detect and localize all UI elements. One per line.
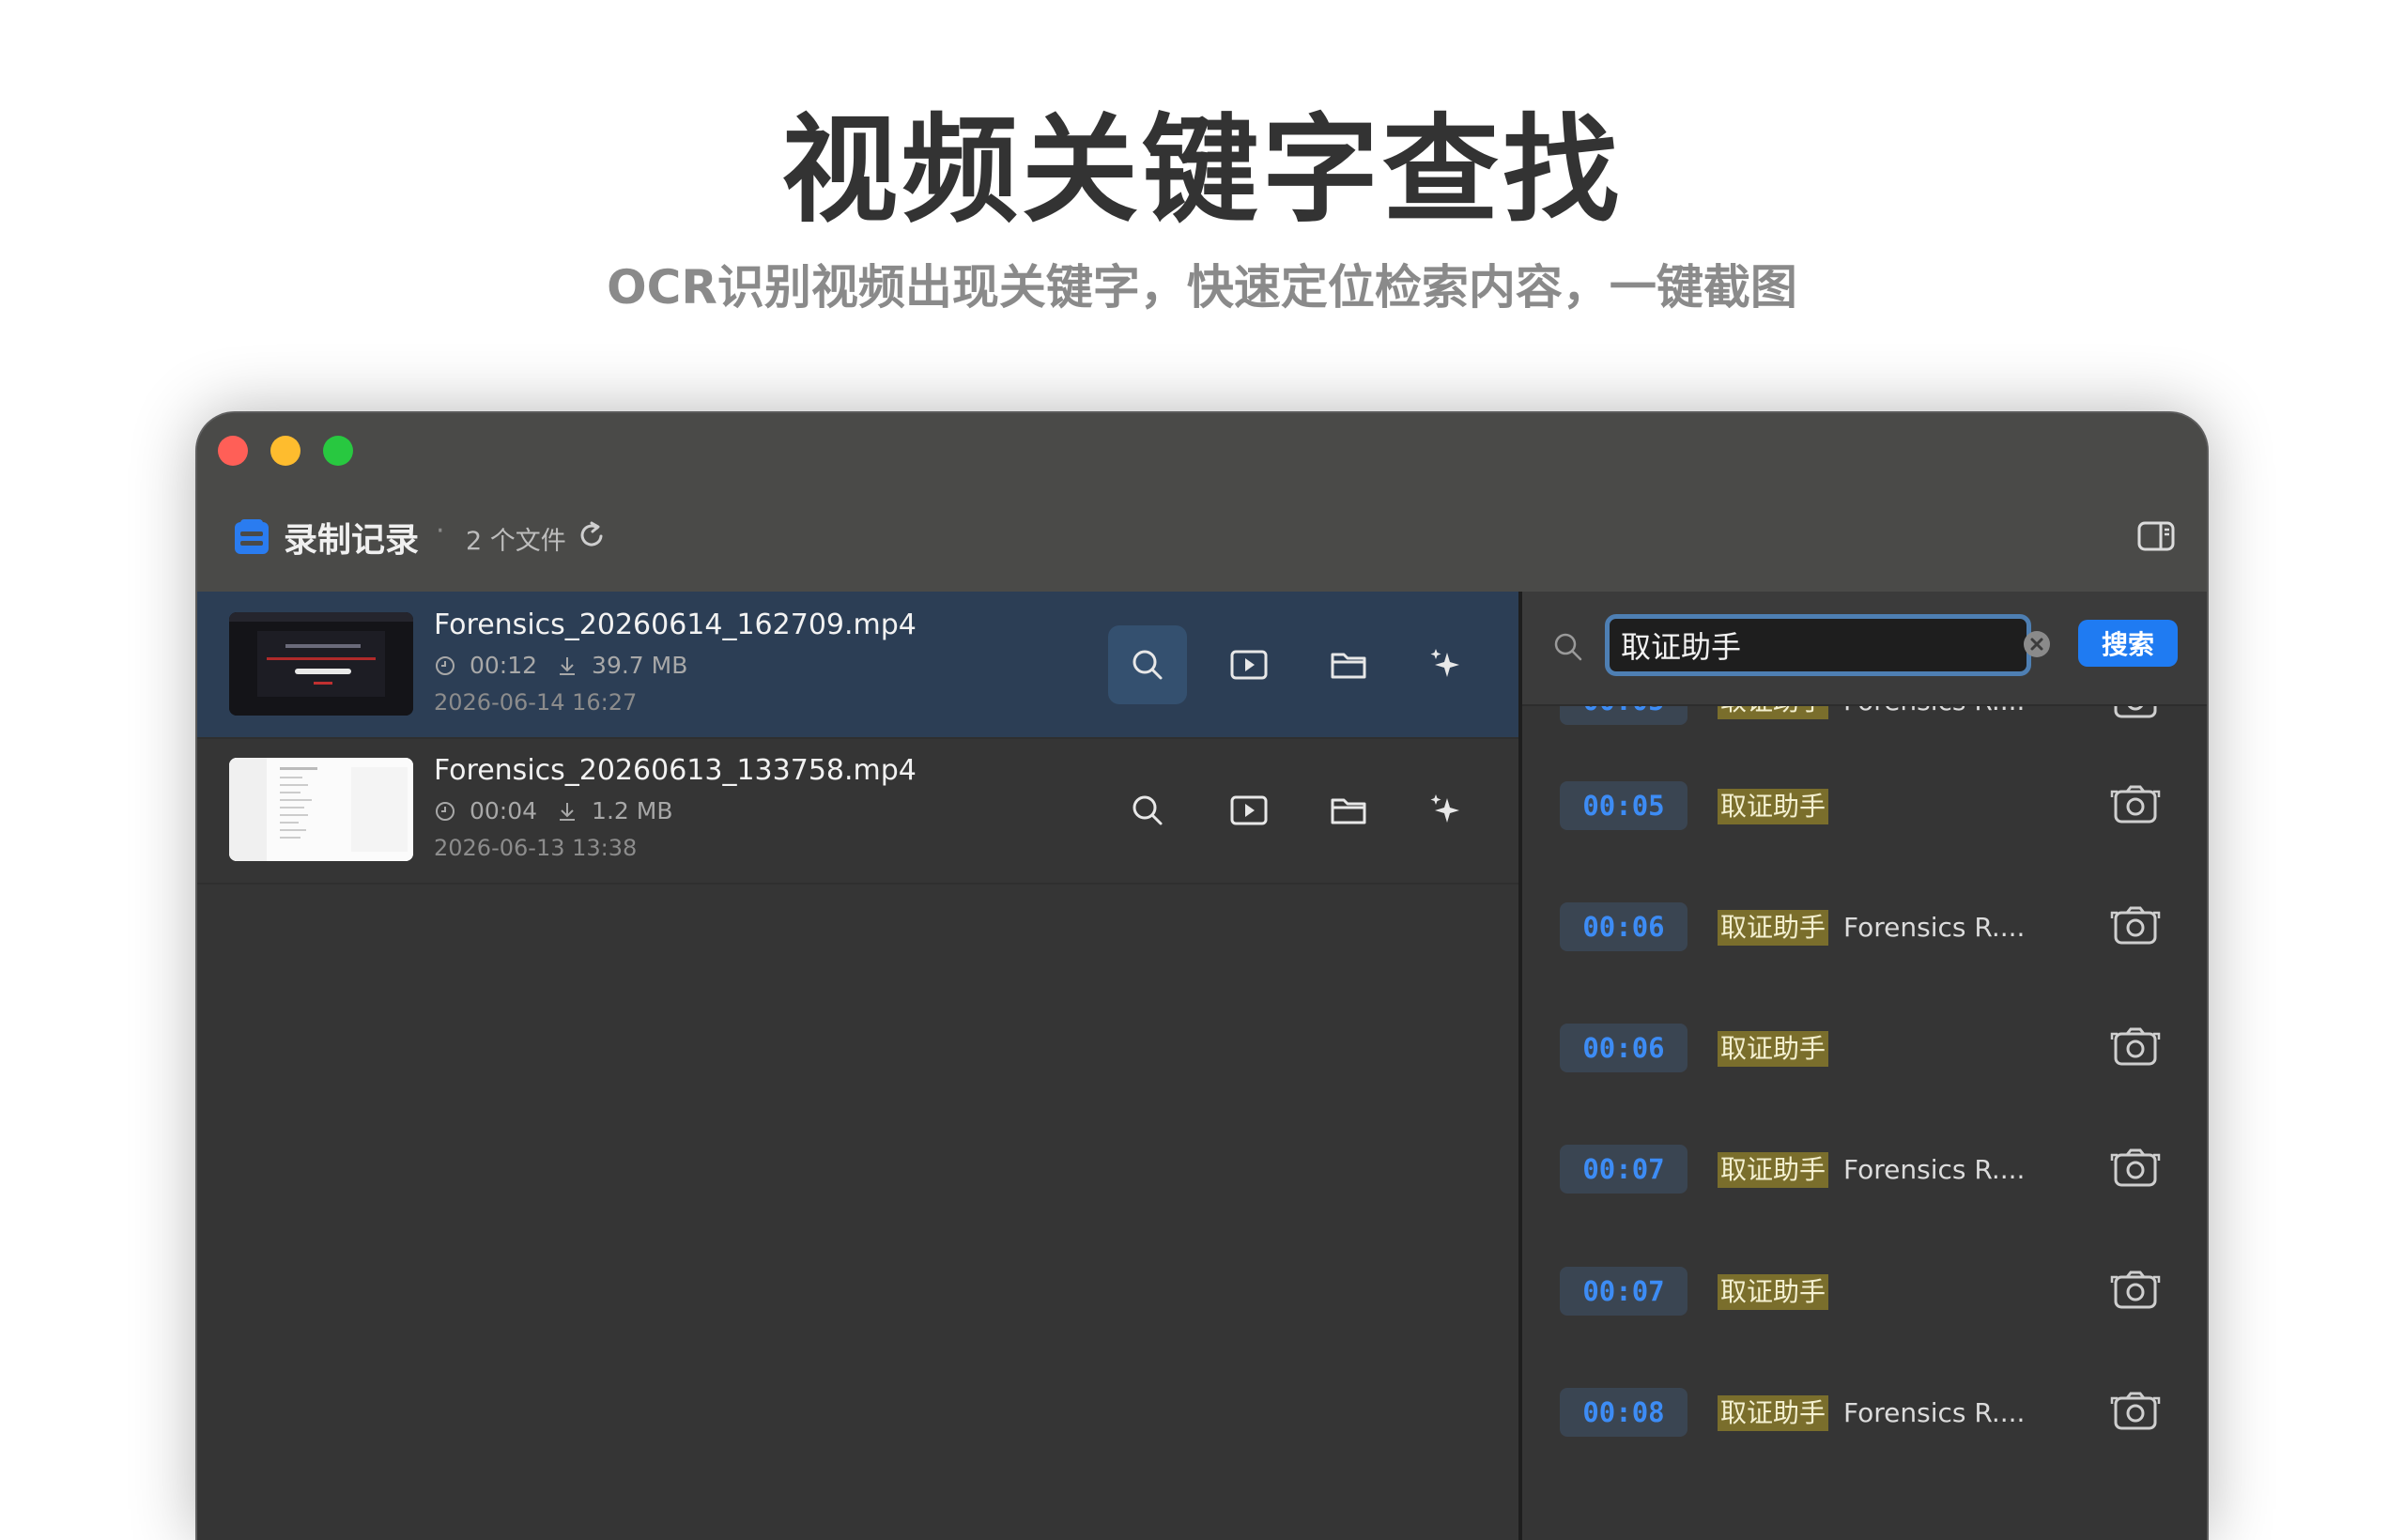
minimize-window-button[interactable] [270, 436, 300, 466]
video-thumbnail [229, 612, 413, 716]
hero-subtitle: OCR识别视频出现关键字，快速定位检索内容，一键截图 [607, 260, 1797, 315]
toolbar-title: 录制记录 [284, 521, 420, 560]
ai-analyze-button[interactable] [1407, 625, 1486, 704]
file-row[interactable]: Forensics_20260613_133758.mp4 00:04 1.2 … [197, 737, 1518, 885]
result-row[interactable]: 00:08 取证助手 Forensics R.... [1522, 1350, 2207, 1472]
download-icon [560, 802, 576, 821]
play-icon [1230, 650, 1268, 680]
result-match-highlight: 取证助手 [1718, 1274, 1829, 1310]
result-match-highlight: 取证助手 [1718, 1031, 1829, 1067]
clock-icon [436, 801, 455, 821]
result-timestamp[interactable]: 00:07 [1560, 1267, 1687, 1316]
file-count: 2 个文件 [466, 527, 566, 556]
file-list: Forensics_20260614_162709.mp4 00:12 39.7… [197, 592, 1518, 1540]
result-timestamp[interactable]: 00:06 [1560, 1024, 1687, 1072]
video-thumbnail [229, 758, 413, 861]
file-size: 1.2 MB [592, 797, 673, 824]
hero-title: 视频关键字查找 [780, 103, 1623, 239]
zoom-window-button[interactable] [323, 436, 353, 466]
result-match-highlight: 取证助手 [1718, 789, 1829, 824]
file-duration: 00:04 [470, 797, 538, 824]
camera-icon[interactable] [2110, 1026, 2161, 1070]
result-timestamp[interactable]: 00:08 [1560, 1388, 1687, 1437]
close-window-button[interactable] [218, 436, 248, 466]
search-input[interactable] [1605, 614, 2031, 676]
search-icon [1133, 795, 1163, 825]
camera-icon[interactable] [2110, 905, 2161, 948]
search-icon [1133, 650, 1163, 680]
result-context: Forensics R.... [1843, 1397, 2026, 1428]
search-icon [1554, 633, 1582, 661]
result-context: Forensics R.... [1843, 1154, 2026, 1185]
result-timestamp[interactable]: 00:06 [1560, 902, 1687, 951]
result-row[interactable]: 00:06 取证助手 Forensics R.... [1522, 865, 2207, 987]
search-video-button[interactable] [1108, 771, 1187, 850]
result-match-highlight: 取证助手 [1718, 1395, 1829, 1431]
file-date: 2026-06-13 13:38 [434, 835, 638, 861]
sparkle-icon [1430, 649, 1459, 677]
result-timestamp[interactable]: 00:07 [1560, 1145, 1687, 1194]
reveal-in-folder-button[interactable] [1309, 771, 1388, 850]
result-match-highlight: 取证助手 [1718, 1152, 1829, 1188]
result-row[interactable]: 00:07 取证助手 Forensics R.... [1522, 1107, 2207, 1229]
file-duration: 00:12 [470, 652, 538, 679]
title-bar: 录制记录 · 2 个文件 [197, 413, 2207, 592]
open-folder-icon [1331, 653, 1366, 679]
search-button[interactable]: 搜索 [2078, 620, 2178, 667]
search-bar: 搜索 [1522, 592, 2207, 706]
file-name: Forensics_20260614_162709.mp4 [434, 608, 917, 641]
play-icon [1230, 795, 1268, 825]
refresh-icon[interactable] [575, 518, 609, 552]
play-video-button[interactable] [1210, 625, 1288, 704]
camera-icon[interactable] [2110, 784, 2161, 827]
search-results-pane: 搜索 00:05 取证助手 Forensics R.... 00:05 取证助手… [1522, 592, 2207, 1540]
download-icon [560, 656, 576, 675]
file-size: 39.7 MB [592, 652, 688, 679]
result-timestamp[interactable]: 00:05 [1560, 781, 1687, 830]
clock-icon [436, 655, 455, 675]
sidebar-toggle-icon[interactable] [2137, 520, 2175, 552]
toolbar-separator: · [436, 515, 445, 547]
camera-icon[interactable] [2110, 1147, 2161, 1191]
result-match-highlight: 取证助手 [1718, 910, 1829, 946]
ai-analyze-button[interactable] [1407, 771, 1486, 850]
file-name: Forensics_20260613_133758.mp4 [434, 754, 917, 787]
file-row[interactable]: Forensics_20260614_162709.mp4 00:12 39.7… [197, 592, 1518, 739]
open-folder-icon [1331, 798, 1366, 824]
reveal-in-folder-button[interactable] [1309, 625, 1388, 704]
file-meta: 00:04 1.2 MB [434, 797, 672, 824]
result-row[interactable]: 00:06 取证助手 [1522, 986, 2207, 1108]
result-context: Forensics R.... [1843, 912, 2026, 943]
play-video-button[interactable] [1210, 771, 1288, 850]
file-date: 2026-06-14 16:27 [434, 689, 638, 716]
toolbar: 录制记录 · 2 个文件 [197, 507, 2207, 573]
app-window: 录制记录 · 2 个文件 Forensics_20260614_162709.m… [197, 413, 2207, 1540]
camera-icon[interactable] [2110, 1270, 2161, 1313]
result-row[interactable]: 00:07 取证助手 [1522, 1229, 2207, 1351]
clear-icon[interactable] [2022, 629, 2052, 659]
camera-icon[interactable] [2110, 1391, 2161, 1434]
sparkle-icon [1430, 794, 1459, 823]
search-video-button[interactable] [1108, 625, 1187, 704]
result-row[interactable]: 00:05 取证助手 [1522, 744, 2207, 866]
file-meta: 00:12 39.7 MB [434, 652, 687, 679]
folder-icon [235, 519, 269, 554]
